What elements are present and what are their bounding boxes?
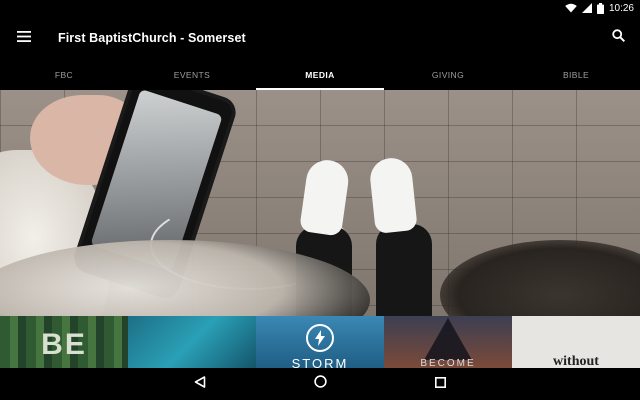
media-tile-title: BECOME: [420, 358, 476, 368]
search-icon: [611, 29, 625, 47]
hamburger-menu-icon: [17, 29, 31, 47]
app-title: First BaptistChurch - Somerset: [58, 31, 246, 45]
media-tile[interactable]: STORM: [256, 316, 384, 368]
wifi-icon: [565, 3, 577, 13]
media-strip: BE STORM BECOME without: [0, 316, 640, 368]
tab-media[interactable]: MEDIA: [256, 60, 384, 90]
media-tile[interactable]: without: [512, 316, 640, 368]
tab-events[interactable]: EVENTS: [128, 60, 256, 90]
tab-bible[interactable]: BIBLE: [512, 60, 640, 90]
media-tile[interactable]: BE: [0, 316, 128, 368]
hero-shoe-left: [299, 157, 351, 237]
home-button[interactable]: [308, 372, 332, 396]
media-tile[interactable]: [128, 316, 256, 368]
media-tile-title: STORM: [291, 356, 349, 368]
signal-icon: [581, 3, 592, 13]
hero-shadow-shape: [440, 240, 640, 316]
status-bar: 10:26: [0, 0, 640, 16]
recents-button[interactable]: [428, 372, 452, 396]
hero-image: [0, 90, 640, 316]
tab-fbc[interactable]: FBC: [0, 60, 128, 90]
triangle-icon: [424, 318, 472, 360]
media-tile-title: without: [553, 354, 599, 368]
search-button[interactable]: [606, 26, 630, 50]
status-clock: 10:26: [608, 2, 634, 14]
back-button[interactable]: [188, 372, 212, 396]
hero-leg-right: [376, 224, 432, 316]
app-bar: First BaptistChurch - Somerset: [0, 16, 640, 60]
media-tile[interactable]: BECOME: [384, 316, 512, 368]
battery-icon: [596, 2, 604, 14]
home-icon: [313, 375, 327, 393]
tab-giving[interactable]: GIVING: [384, 60, 512, 90]
recents-icon: [434, 375, 446, 393]
system-nav-bar: [0, 368, 640, 400]
hero-shoe-right: [368, 156, 418, 234]
lightning-icon: [306, 324, 334, 352]
tab-bar: FBC EVENTS MEDIA GIVING BIBLE: [0, 60, 640, 90]
menu-button[interactable]: [0, 16, 48, 60]
back-icon: [194, 375, 206, 393]
media-tile-title: BE: [41, 328, 87, 361]
